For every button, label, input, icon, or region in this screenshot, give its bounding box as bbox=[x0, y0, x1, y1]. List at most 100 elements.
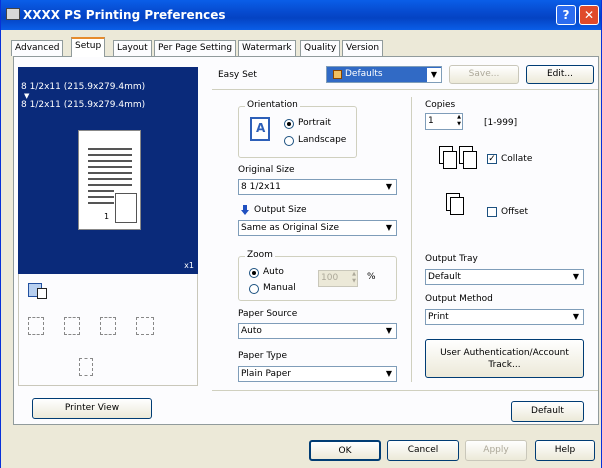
duplex-icon bbox=[100, 317, 116, 335]
apply-button[interactable]: Apply bbox=[465, 440, 527, 461]
preview-original-size: 8 1/2x11 (215.9x279.4mm) bbox=[21, 82, 146, 92]
landscape-radio[interactable] bbox=[284, 136, 294, 146]
output-method-select[interactable]: Print ▼ bbox=[425, 309, 584, 325]
output-size-label: Output Size bbox=[254, 205, 307, 215]
preview-arrow-icon: ▼ bbox=[24, 92, 30, 100]
collate-label: Collate bbox=[501, 154, 533, 164]
help-button[interactable]: Help bbox=[535, 440, 595, 461]
cancel-label: Cancel bbox=[407, 445, 439, 455]
preview-copies-mark: x1 bbox=[184, 261, 194, 270]
printer-view-button[interactable]: Printer View bbox=[32, 398, 152, 419]
watermark-icon bbox=[79, 358, 93, 376]
output-size-value: Same as Original Size bbox=[241, 223, 340, 233]
chevron-down-icon: ▼ bbox=[382, 180, 396, 194]
printer-icon bbox=[28, 283, 48, 299]
printer-view-label: Printer View bbox=[64, 403, 120, 413]
edit-button[interactable]: Edit... bbox=[526, 65, 594, 84]
tab-quality[interactable]: Quality bbox=[300, 40, 341, 56]
output-size-arrow-icon bbox=[241, 205, 249, 215]
portrait-label: Portrait bbox=[298, 118, 332, 128]
title-bar: XXXX PS Printing Preferences ? ✕ bbox=[1, 0, 601, 30]
spin-down-icon: ▼ bbox=[352, 278, 356, 284]
easy-set-value: Defaults bbox=[345, 69, 383, 79]
spin-up-icon: ▲ bbox=[352, 271, 356, 277]
user-auth-line2: Track... bbox=[488, 360, 521, 370]
preview-output-size: 8 1/2x11 (215.9x279.4mm) bbox=[21, 100, 146, 110]
overlay-icon bbox=[136, 317, 154, 335]
zoom-manual-radio[interactable] bbox=[249, 284, 259, 294]
offset-checkbox[interactable] bbox=[487, 207, 497, 217]
copies-spinner[interactable]: 1 ▲ ▼ bbox=[425, 113, 463, 130]
save-button[interactable]: Save... bbox=[449, 65, 519, 84]
paper-type-value: Plain Paper bbox=[241, 369, 291, 379]
spin-up-icon[interactable]: ▲ bbox=[457, 114, 461, 121]
ok-button[interactable]: OK bbox=[309, 440, 381, 461]
original-size-select[interactable]: 8 1/2x11 ▼ bbox=[238, 179, 397, 195]
copies-value: 1 bbox=[428, 116, 434, 126]
paper-type-label: Paper Type bbox=[238, 351, 288, 361]
zoom-auto-label: Auto bbox=[263, 267, 284, 277]
preview-page-number: 1 bbox=[104, 212, 110, 221]
output-method-label: Output Method bbox=[425, 294, 493, 304]
paper-type-select[interactable]: Plain Paper ▼ bbox=[238, 366, 397, 382]
save-label: Save... bbox=[468, 69, 500, 79]
original-size-label: Original Size bbox=[238, 165, 295, 175]
output-size-select[interactable]: Same as Original Size ▼ bbox=[238, 220, 397, 236]
zoom-value-spinner[interactable]: 100 ▲ ▼ bbox=[318, 270, 358, 287]
portrait-radio[interactable] bbox=[284, 119, 294, 129]
orientation-label: Orientation bbox=[245, 100, 300, 110]
defaults-person-icon bbox=[333, 70, 342, 79]
staple-icon bbox=[28, 317, 44, 335]
zoom-value: 100 bbox=[321, 273, 339, 283]
punch-icon bbox=[64, 317, 80, 335]
cancel-button[interactable]: Cancel bbox=[387, 440, 459, 461]
tab-advanced[interactable]: Advanced bbox=[11, 40, 64, 56]
zoom-manual-label: Manual bbox=[263, 283, 296, 293]
tab-layout[interactable]: Layout bbox=[113, 40, 152, 56]
copies-range: [1-999] bbox=[484, 118, 518, 128]
copies-label: Copies bbox=[425, 100, 456, 110]
zoom-unit: % bbox=[367, 272, 376, 282]
tab-watermark[interactable]: Watermark bbox=[238, 40, 296, 56]
user-auth-line1: User Authentication/Account bbox=[440, 348, 569, 358]
default-label: Default bbox=[531, 406, 564, 416]
print-preview-pane: 8 1/2x11 (215.9x279.4mm) ▼ 8 1/2x11 (215… bbox=[18, 67, 198, 274]
help-title-button[interactable]: ? bbox=[556, 5, 576, 25]
output-tray-value: Default bbox=[428, 272, 461, 282]
output-tray-select[interactable]: Default ▼ bbox=[425, 269, 584, 285]
spin-down-icon[interactable]: ▼ bbox=[457, 121, 461, 128]
user-authentication-button[interactable]: User Authentication/Account Track... bbox=[425, 339, 584, 378]
easy-set-select[interactable]: Defaults ▼ bbox=[326, 66, 442, 83]
tab-version[interactable]: Version bbox=[342, 40, 384, 56]
collate-icon bbox=[439, 146, 477, 170]
offset-icon bbox=[446, 193, 466, 217]
output-method-value: Print bbox=[428, 312, 449, 322]
paper-source-select[interactable]: Auto ▼ bbox=[238, 323, 397, 339]
preview-page-icon: 1 bbox=[78, 130, 141, 230]
chevron-down-icon: ▼ bbox=[382, 324, 396, 338]
default-button[interactable]: Default bbox=[511, 401, 584, 422]
close-title-button[interactable]: ✕ bbox=[579, 5, 599, 25]
tab-setup[interactable]: Setup bbox=[71, 37, 106, 57]
chevron-down-icon: ▼ bbox=[382, 221, 396, 235]
zoom-label: Zoom bbox=[245, 250, 275, 260]
tab-per-page-setting[interactable]: Per Page Setting bbox=[154, 40, 237, 56]
landscape-label: Landscape bbox=[298, 135, 347, 145]
easy-set-label: Easy Set bbox=[218, 70, 257, 80]
original-size-value: 8 1/2x11 bbox=[241, 182, 281, 192]
paper-source-label: Paper Source bbox=[238, 309, 298, 319]
chevron-down-icon: ▼ bbox=[569, 270, 583, 284]
printer-app-icon bbox=[6, 8, 20, 20]
help-label: Help bbox=[554, 445, 576, 455]
zoom-auto-radio[interactable] bbox=[249, 268, 259, 278]
orientation-preview-icon: A bbox=[250, 117, 270, 141]
orientation-icon-letter: A bbox=[256, 121, 266, 135]
column-divider bbox=[411, 97, 412, 382]
offset-label: Offset bbox=[501, 207, 529, 217]
printing-preferences-window: XXXX PS Printing Preferences ? ✕ Advance… bbox=[0, 0, 602, 468]
collate-checkbox[interactable]: ✓ bbox=[487, 154, 497, 164]
ok-label: OK bbox=[338, 446, 352, 456]
edit-label: Edit... bbox=[546, 69, 573, 79]
window-title: XXXX PS Printing Preferences bbox=[23, 8, 226, 22]
output-tray-label: Output Tray bbox=[425, 254, 478, 264]
